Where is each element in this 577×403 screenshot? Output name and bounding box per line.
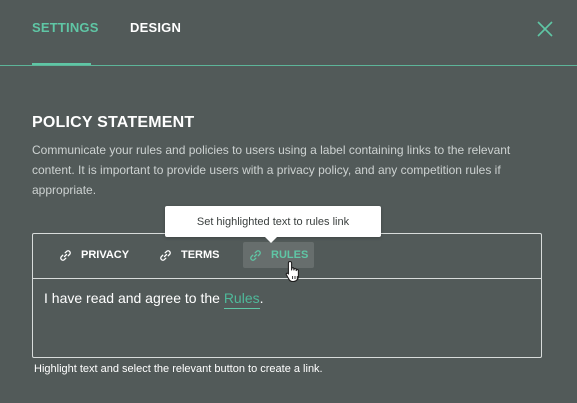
rules-tooltip: Set highlighted text to rules link (165, 206, 381, 243)
content-suffix: . (259, 290, 264, 306)
rules-link[interactable]: Rules (223, 290, 260, 309)
close-icon[interactable] (536, 20, 554, 38)
hand-cursor-icon (285, 260, 303, 289)
tab-settings[interactable]: SETTINGS (32, 20, 99, 35)
policy-editor[interactable]: PRIVACY TERMS RULES I have read and agre… (32, 233, 542, 358)
privacy-button-label: PRIVACY (81, 249, 130, 261)
section-description: Communicate your rules and policies to u… (32, 143, 511, 197)
content-text: I have read and agree to the (44, 290, 224, 306)
panel-header: SETTINGS DESIGN (0, 0, 577, 66)
terms-button-label: TERMS (181, 249, 220, 261)
tab-design[interactable]: DESIGN (130, 20, 181, 35)
rules-link-button[interactable]: RULES (243, 242, 315, 268)
section-title: POLICY STATEMENT (32, 114, 195, 131)
link-icon (160, 249, 171, 261)
link-icon (250, 249, 261, 261)
helper-text: Highlight text and select the relevant b… (34, 363, 323, 375)
editor-content[interactable]: I have read and agree to the Rules. (44, 290, 264, 309)
header-divider (0, 65, 577, 66)
terms-link-button[interactable]: TERMS (153, 242, 226, 268)
link-icon (60, 249, 71, 261)
privacy-link-button[interactable]: PRIVACY (53, 242, 135, 268)
